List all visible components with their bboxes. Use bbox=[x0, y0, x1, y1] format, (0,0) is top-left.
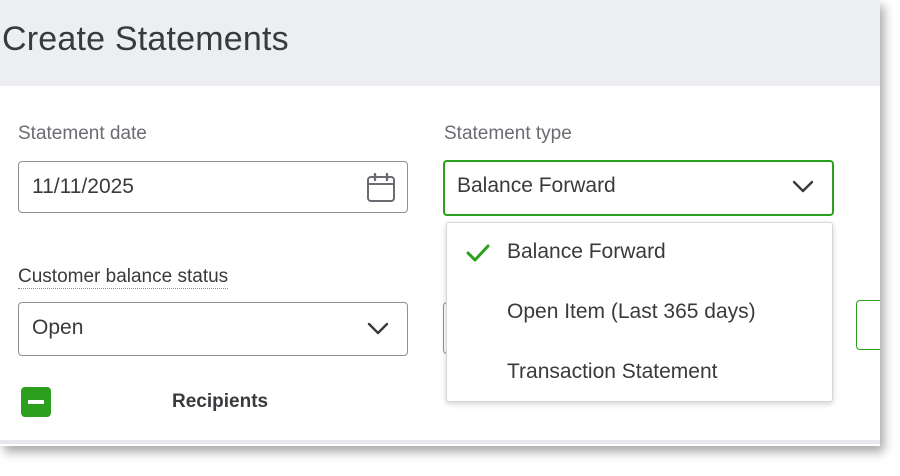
create-statements-panel: Create Statements Statement date 11/11/2… bbox=[0, 0, 880, 446]
customer-balance-status-select[interactable]: Open bbox=[18, 302, 408, 356]
dropdown-option-balance-forward[interactable]: Balance Forward bbox=[447, 223, 832, 283]
divider bbox=[0, 440, 880, 444]
dropdown-option-label: Transaction Statement bbox=[507, 360, 718, 383]
dropdown-option-open-item[interactable]: Open Item (Last 365 days) bbox=[447, 283, 832, 343]
customer-balance-status-label: Customer balance status bbox=[18, 266, 229, 289]
statement-date-value: 11/11/2025 bbox=[32, 175, 134, 198]
dropdown-option-label: Open Item (Last 365 days) bbox=[507, 300, 756, 323]
chevron-down-icon[interactable] bbox=[367, 322, 389, 336]
dropdown-option-transaction-statement[interactable]: Transaction Statement bbox=[447, 343, 832, 403]
statement-type-label: Statement type bbox=[444, 123, 572, 144]
page-title: Create Statements bbox=[2, 20, 289, 58]
calendar-icon[interactable] bbox=[366, 173, 396, 203]
statement-type-value: Balance Forward bbox=[457, 174, 616, 197]
customer-balance-status-value: Open bbox=[32, 316, 84, 339]
recipients-heading: Recipients bbox=[172, 391, 269, 412]
statement-type-dropdown: Balance Forward Open Item (Last 365 days… bbox=[446, 222, 833, 402]
page-header: Create Statements bbox=[0, 0, 880, 86]
minus-icon bbox=[28, 400, 44, 404]
check-icon bbox=[466, 244, 490, 262]
chevron-down-icon[interactable] bbox=[792, 180, 814, 194]
hidden-right-field[interactable] bbox=[856, 300, 880, 350]
statement-date-field[interactable]: 11/11/2025 bbox=[18, 161, 408, 213]
statement-type-select[interactable]: Balance Forward bbox=[443, 160, 834, 216]
collapse-recipients-button[interactable] bbox=[21, 387, 51, 417]
statement-date-label: Statement date bbox=[18, 123, 147, 144]
dropdown-option-label: Balance Forward bbox=[507, 240, 666, 263]
